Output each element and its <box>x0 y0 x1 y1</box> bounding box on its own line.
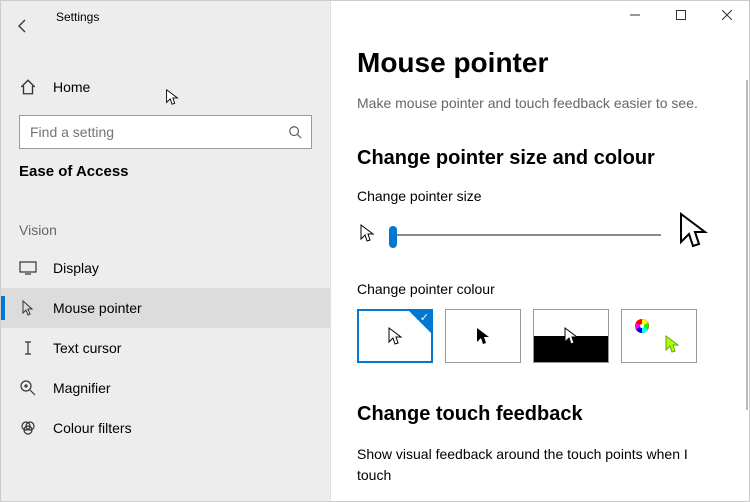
maximize-button[interactable] <box>658 0 704 30</box>
search-input[interactable] <box>20 124 279 140</box>
home-label: Home <box>53 79 90 95</box>
home-link[interactable]: Home <box>1 67 330 107</box>
app-title: Settings <box>56 10 99 24</box>
sidebar-item-label: Text cursor <box>53 340 121 356</box>
check-icon: ✓ <box>420 311 429 324</box>
page-intro: Make mouse pointer and touch feedback ea… <box>357 95 723 111</box>
sidebar-item-mouse-pointer[interactable]: Mouse pointer <box>1 288 330 328</box>
colour-option-black[interactable] <box>445 309 521 363</box>
home-icon <box>19 78 37 96</box>
colour-option-white[interactable]: ✓ <box>357 309 433 363</box>
slider-track[interactable] <box>389 234 661 236</box>
pointer-size-label: Change pointer size <box>357 188 723 204</box>
sidebar-item-colour-filters[interactable]: Colour filters <box>1 408 330 448</box>
colour-option-custom[interactable] <box>621 309 697 363</box>
touch-feedback-desc: Show visual feedback around the touch po… <box>357 444 723 486</box>
window-controls <box>612 0 750 30</box>
display-icon <box>19 259 37 277</box>
sidebar: Settings Home Ease of Access Vision Disp… <box>1 1 331 501</box>
cursor-large-icon <box>673 216 713 253</box>
close-button[interactable] <box>704 0 750 30</box>
sidebar-item-display[interactable]: Display <box>1 248 330 288</box>
sidebar-item-label: Mouse pointer <box>53 300 142 316</box>
section-touch-feedback: Change touch feedback <box>357 403 723 426</box>
sidebar-item-label: Magnifier <box>53 380 111 396</box>
arrow-left-icon <box>15 18 31 34</box>
pointer-size-slider[interactable] <box>357 216 723 253</box>
page-title: Mouse pointer <box>357 47 723 79</box>
mouse-pointer-icon <box>19 299 37 317</box>
group-heading: Vision <box>1 222 330 238</box>
colour-filters-icon <box>19 419 37 437</box>
section-size-colour: Change pointer size and colour <box>357 147 723 170</box>
maximize-icon <box>676 10 686 20</box>
back-button[interactable] <box>1 9 45 43</box>
sidebar-item-label: Colour filters <box>53 420 132 436</box>
close-icon <box>722 10 732 20</box>
minimize-button[interactable] <box>612 0 658 30</box>
minimize-icon <box>630 10 640 20</box>
category-heading: Ease of Access <box>1 163 330 180</box>
scroll-indicator[interactable] <box>746 80 748 410</box>
colour-wheel-icon <box>634 318 654 338</box>
sidebar-item-magnifier[interactable]: Magnifier <box>1 368 330 408</box>
search-box[interactable] <box>19 115 312 149</box>
main-content: Mouse pointer Make mouse pointer and tou… <box>331 1 749 501</box>
search-icon <box>279 125 311 139</box>
magnifier-icon <box>19 379 37 397</box>
pointer-colour-options: ✓ <box>357 309 723 363</box>
sidebar-item-text-cursor[interactable]: Text cursor <box>1 328 330 368</box>
pointer-colour-label: Change pointer colour <box>357 281 723 297</box>
colour-option-inverted[interactable] <box>533 309 609 363</box>
sidebar-item-label: Display <box>53 260 99 276</box>
cursor-small-icon <box>357 223 377 246</box>
text-cursor-icon <box>19 339 37 357</box>
slider-thumb[interactable] <box>389 226 397 248</box>
